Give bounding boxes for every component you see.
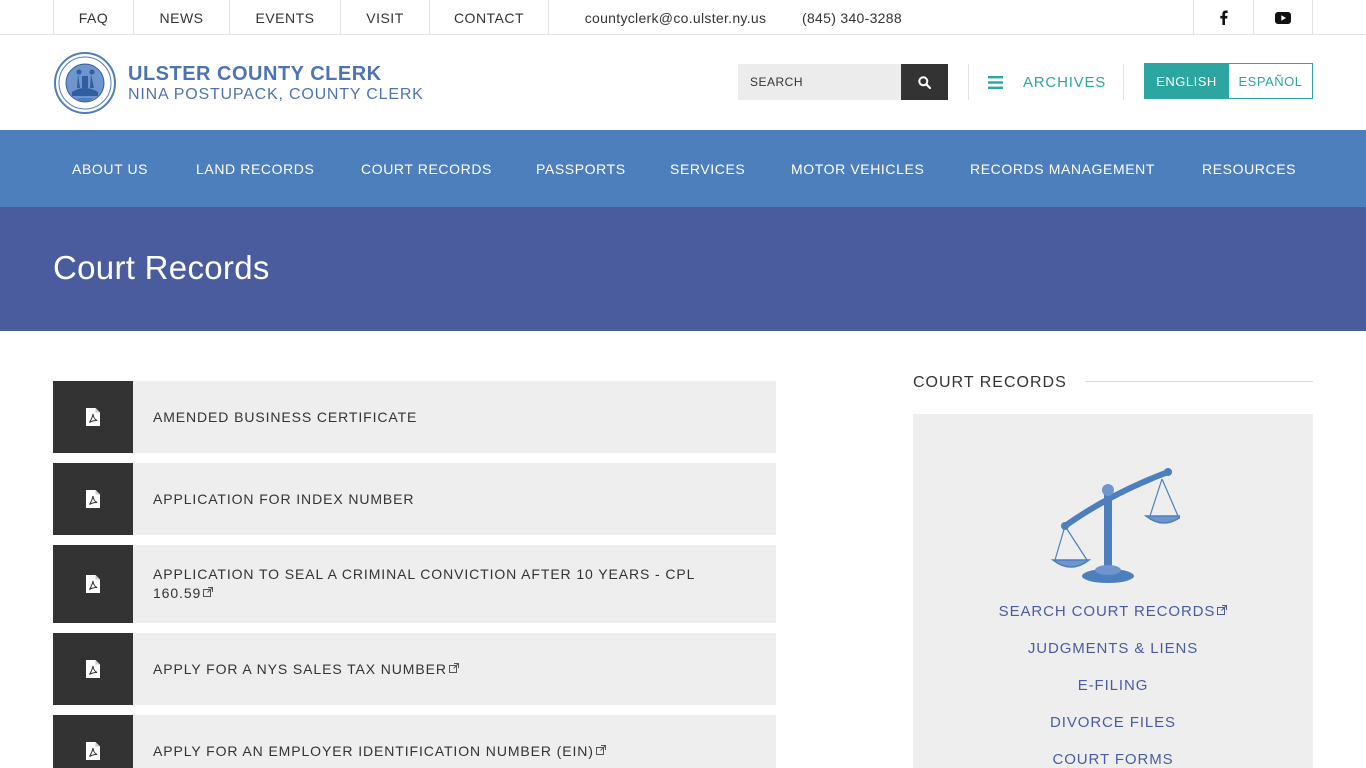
- search-input[interactable]: [738, 64, 902, 100]
- nav-court-records[interactable]: COURT RECORDS: [361, 130, 492, 207]
- document-icon-box: [53, 545, 133, 623]
- external-link-icon: [448, 662, 459, 673]
- sidebar-link-e-filing[interactable]: E-FILING: [913, 677, 1313, 694]
- pdf-file-icon: [86, 490, 100, 508]
- email-link[interactable]: countyclerk@co.ulster.ny.us: [548, 0, 802, 35]
- archives-menu-button[interactable]: ARCHIVES: [988, 64, 1106, 100]
- header-divider: [1123, 64, 1124, 100]
- sidebar-link-judgments-liens[interactable]: JUDGMENTS & LIENS: [913, 640, 1313, 657]
- page-title: Court Records: [53, 249, 270, 286]
- nav-records-management[interactable]: RECORDS MANAGEMENT: [970, 130, 1155, 207]
- scales-of-justice-icon: [1050, 468, 1180, 583]
- external-link-icon: [1217, 605, 1228, 615]
- top-utility-bar: FAQ NEWS EVENTS VISIT CONTACT countycler…: [0, 0, 1366, 35]
- spanish-button[interactable]: ESPAÑOL: [1229, 63, 1313, 99]
- sidebar-link-court-forms[interactable]: COURT FORMS: [913, 751, 1313, 768]
- nav-services[interactable]: SERVICES: [670, 130, 745, 207]
- document-link-application-for-index-number[interactable]: APPLICATION FOR INDEX NUMBER: [53, 463, 776, 535]
- sidebar-title: COURT RECORDS: [913, 374, 1067, 391]
- document-icon-box: [53, 715, 133, 768]
- external-link-icon: [595, 744, 606, 755]
- visit-link[interactable]: VISIT: [340, 0, 429, 35]
- pdf-file-icon: [86, 408, 100, 426]
- header-divider: [968, 64, 969, 100]
- document-link-amended-business-certificate[interactable]: AMENDED BUSINESS CERTIFICATE: [53, 381, 776, 453]
- site-header: ULSTER COUNTY CLERK NINA POSTUPACK, COUN…: [0, 36, 1366, 130]
- document-icon-box: [53, 633, 133, 705]
- facebook-link[interactable]: [1193, 0, 1253, 35]
- pdf-file-icon: [86, 575, 100, 593]
- document-icon-box: [53, 463, 133, 535]
- document-label: APPLICATION FOR INDEX NUMBER: [153, 490, 415, 507]
- page-banner: Court Records: [0, 207, 1366, 331]
- nav-resources[interactable]: RESOURCES: [1202, 130, 1296, 207]
- county-seal-logo[interactable]: [54, 52, 116, 114]
- search-button[interactable]: [901, 64, 948, 100]
- sidebar-panel: SEARCH COURT RECORDS JUDGMENTS & LIENS E…: [913, 414, 1313, 768]
- youtube-link[interactable]: [1253, 0, 1313, 35]
- nav-land-records[interactable]: LAND RECORDS: [196, 130, 314, 207]
- archives-label: ARCHIVES: [1023, 73, 1107, 91]
- phone-number[interactable]: (845) 340-3288: [802, 0, 914, 35]
- document-icon-box: [53, 381, 133, 453]
- language-switcher: ENGLISH ESPAÑOL: [1144, 63, 1313, 99]
- document-label: AMENDED BUSINESS CERTIFICATE: [153, 408, 418, 425]
- nav-about-us[interactable]: ABOUT US: [72, 130, 148, 207]
- faq-link[interactable]: FAQ: [53, 0, 133, 35]
- contact-link[interactable]: CONTACT: [429, 0, 548, 35]
- document-label: APPLY FOR A NYS SALES TAX NUMBER: [153, 633, 736, 705]
- main-navigation: ABOUT US LAND RECORDS COURT RECORDS PASS…: [0, 130, 1366, 207]
- site-subtitle: NINA POSTUPACK, COUNTY CLERK: [128, 86, 424, 103]
- search-icon: [918, 75, 931, 89]
- sidebar-title-rule: [1085, 381, 1313, 382]
- sidebar-link-search-court-records[interactable]: SEARCH COURT RECORDS: [913, 603, 1313, 620]
- utility-links: FAQ NEWS EVENTS VISIT CONTACT countycler…: [53, 0, 914, 35]
- english-button[interactable]: ENGLISH: [1144, 63, 1229, 99]
- pdf-file-icon: [86, 660, 100, 678]
- hamburger-menu-icon: [988, 75, 1003, 89]
- document-label: APPLY FOR AN EMPLOYER IDENTIFICATION NUM…: [153, 715, 736, 768]
- facebook-icon: [1220, 10, 1228, 25]
- document-link-seal-criminal-conviction[interactable]: APPLICATION TO SEAL A CRIMINAL CONVICTIO…: [53, 545, 776, 623]
- pdf-file-icon: [86, 742, 100, 760]
- social-links: [1193, 0, 1313, 35]
- document-link-employer-identification-number[interactable]: APPLY FOR AN EMPLOYER IDENTIFICATION NUM…: [53, 715, 776, 768]
- sidebar-link-divorce-files[interactable]: DIVORCE FILES: [913, 714, 1313, 731]
- document-label: APPLICATION TO SEAL A CRIMINAL CONVICTIO…: [153, 566, 695, 601]
- nav-passports[interactable]: PASSPORTS: [536, 130, 626, 207]
- events-link[interactable]: EVENTS: [229, 0, 340, 35]
- external-link-icon: [203, 587, 214, 597]
- document-link-nys-sales-tax-number[interactable]: APPLY FOR A NYS SALES TAX NUMBER: [53, 633, 776, 705]
- nav-motor-vehicles[interactable]: MOTOR VEHICLES: [791, 130, 924, 207]
- youtube-icon: [1275, 11, 1291, 24]
- site-title[interactable]: ULSTER COUNTY CLERK: [128, 63, 382, 86]
- news-link[interactable]: NEWS: [133, 0, 229, 35]
